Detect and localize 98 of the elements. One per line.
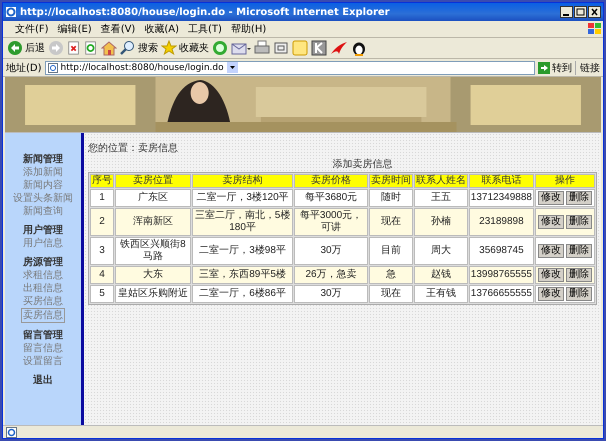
sidebar-heading[interactable]: 留言管理: [23, 330, 63, 342]
table-cell: 4: [90, 266, 114, 284]
table-cell: 1: [90, 189, 114, 207]
column-header: 卖房位置: [115, 174, 191, 188]
table-cell: 浑南新区: [115, 208, 191, 236]
table-cell: 广东区: [115, 189, 191, 207]
table-cell: 35698745: [468, 237, 534, 265]
penguin-icon: [351, 40, 367, 56]
table-cell: 13766655555: [468, 285, 534, 303]
add-link[interactable]: 添加卖房信息: [332, 159, 392, 170]
delete-button[interactable]: 删除: [566, 215, 592, 229]
close-icon[interactable]: [588, 6, 601, 18]
table-cell: 王五: [414, 189, 468, 207]
edit-button[interactable]: 修改: [538, 244, 564, 258]
table-cell: 孙楠: [414, 208, 468, 236]
table-cell: 每平3000元，可讲: [294, 208, 368, 236]
bird-icon: [330, 40, 348, 56]
page-icon: [48, 62, 58, 72]
sidebar-heading[interactable]: 房源管理: [23, 257, 63, 269]
column-header: 卖房结构: [192, 174, 294, 188]
table-cell: 26万，急卖: [294, 266, 368, 284]
table-cell: 30万: [294, 237, 368, 265]
edit-button[interactable]: 修改: [538, 215, 564, 229]
table-cell: 三室二厅，南北，5楼180平: [192, 208, 294, 236]
menu-item[interactable]: 工具(T): [188, 22, 222, 36]
edit-button[interactable]: 修改: [538, 268, 564, 282]
column-header: 序号: [90, 174, 114, 188]
breadcrumb: 您的位置：卖房信息: [88, 142, 179, 155]
menu-item[interactable]: 编辑(E): [58, 22, 92, 36]
table-cell: 大东: [115, 266, 191, 284]
column-header: 联系人姓名: [414, 174, 468, 188]
minimize-icon[interactable]: [560, 6, 573, 18]
column-header: 卖房时间: [368, 174, 413, 188]
table-cell: 现在: [368, 285, 413, 303]
table-cell: 5: [90, 285, 114, 303]
table-cell: 目前: [368, 237, 413, 265]
delete-button[interactable]: 删除: [566, 244, 592, 258]
delete-button[interactable]: 删除: [566, 191, 592, 205]
table-cell: 13712349888: [468, 189, 534, 207]
menu-item[interactable]: 查看(V): [100, 22, 136, 36]
go-button[interactable]: 转到: [538, 60, 572, 74]
table-cell: 急: [368, 266, 413, 284]
toolbar-button[interactable]: 搜索: [120, 40, 158, 56]
sidebar-heading[interactable]: 用户管理: [23, 225, 63, 237]
edit-button[interactable]: 修改: [538, 191, 564, 205]
table-cell: 23189898: [468, 208, 534, 236]
toolbar-button[interactable]: [273, 40, 289, 56]
sidebar-heading[interactable]: 退出: [33, 375, 53, 387]
toolbar-button[interactable]: [351, 40, 367, 56]
table-cell: 皇姑区乐购附近: [115, 285, 191, 303]
address-label: 地址(D): [6, 62, 42, 74]
table-cell: 现在: [368, 208, 413, 236]
toolbar-button[interactable]: [311, 40, 327, 56]
refresh-icon: [84, 40, 98, 56]
table-cell: 3: [90, 237, 114, 265]
table-cell: 王有钱: [414, 285, 468, 303]
table-cell: 二室一厅，3楼98平: [192, 237, 294, 265]
page-icon: [6, 426, 17, 438]
window-title: http://localhost:8080/house/login.do - Microsoft Internet Explorer: [20, 6, 391, 18]
browser-icon: [5, 6, 17, 18]
note-icon: [292, 40, 308, 56]
edit-button[interactable]: 修改: [538, 287, 564, 301]
go-arrow-icon: [538, 62, 550, 74]
table-cell: 2: [90, 208, 114, 236]
menu-item[interactable]: 帮助(H): [230, 22, 266, 36]
table-cell: 13998765555: [468, 266, 534, 284]
media-icon: [212, 40, 228, 56]
home-icon: [101, 40, 117, 56]
column-header: 联系电话: [468, 174, 534, 188]
table-cell: 铁西区兴顺街8马路: [115, 237, 191, 265]
menu-item[interactable]: 收藏(A): [144, 22, 179, 36]
column-header: 卖房价格: [294, 174, 368, 188]
table-cell: 三室，东西89平5楼: [192, 266, 294, 284]
table-cell: 二室一厅，3楼120平: [192, 189, 294, 207]
delete-button[interactable]: 删除: [566, 287, 592, 301]
address-field[interactable]: http://localhost:8080/house/login.do: [44, 60, 535, 74]
sidebar-heading[interactable]: 新闻管理: [23, 154, 63, 166]
stop-icon: [67, 40, 81, 56]
toolbar-button[interactable]: 后退: [7, 40, 45, 56]
table-cell: 赵钱: [414, 266, 468, 284]
table-cell: 每平3680元: [294, 189, 368, 207]
links-button[interactable]: 链接: [575, 60, 600, 74]
k-tile-icon: [311, 40, 327, 56]
star-icon: [161, 40, 177, 56]
printer-icon: [254, 40, 270, 56]
toolbar-button[interactable]: 收藏夹: [161, 40, 209, 56]
search-icon: [120, 40, 136, 56]
menu-item[interactable]: 文件(F): [15, 22, 49, 36]
table-cell: 随时: [368, 189, 413, 207]
dropdown-icon[interactable]: [226, 62, 238, 73]
maximize-icon[interactable]: [574, 6, 587, 18]
windows-logo-icon: [587, 22, 603, 36]
column-header: 操作: [534, 174, 595, 188]
table-cell: 二室一厅，6楼86平: [192, 285, 294, 303]
window-icon: [273, 40, 289, 56]
table-cell: 周大: [414, 237, 468, 265]
table-cell: 30万: [294, 285, 368, 303]
delete-button[interactable]: 删除: [566, 268, 592, 282]
